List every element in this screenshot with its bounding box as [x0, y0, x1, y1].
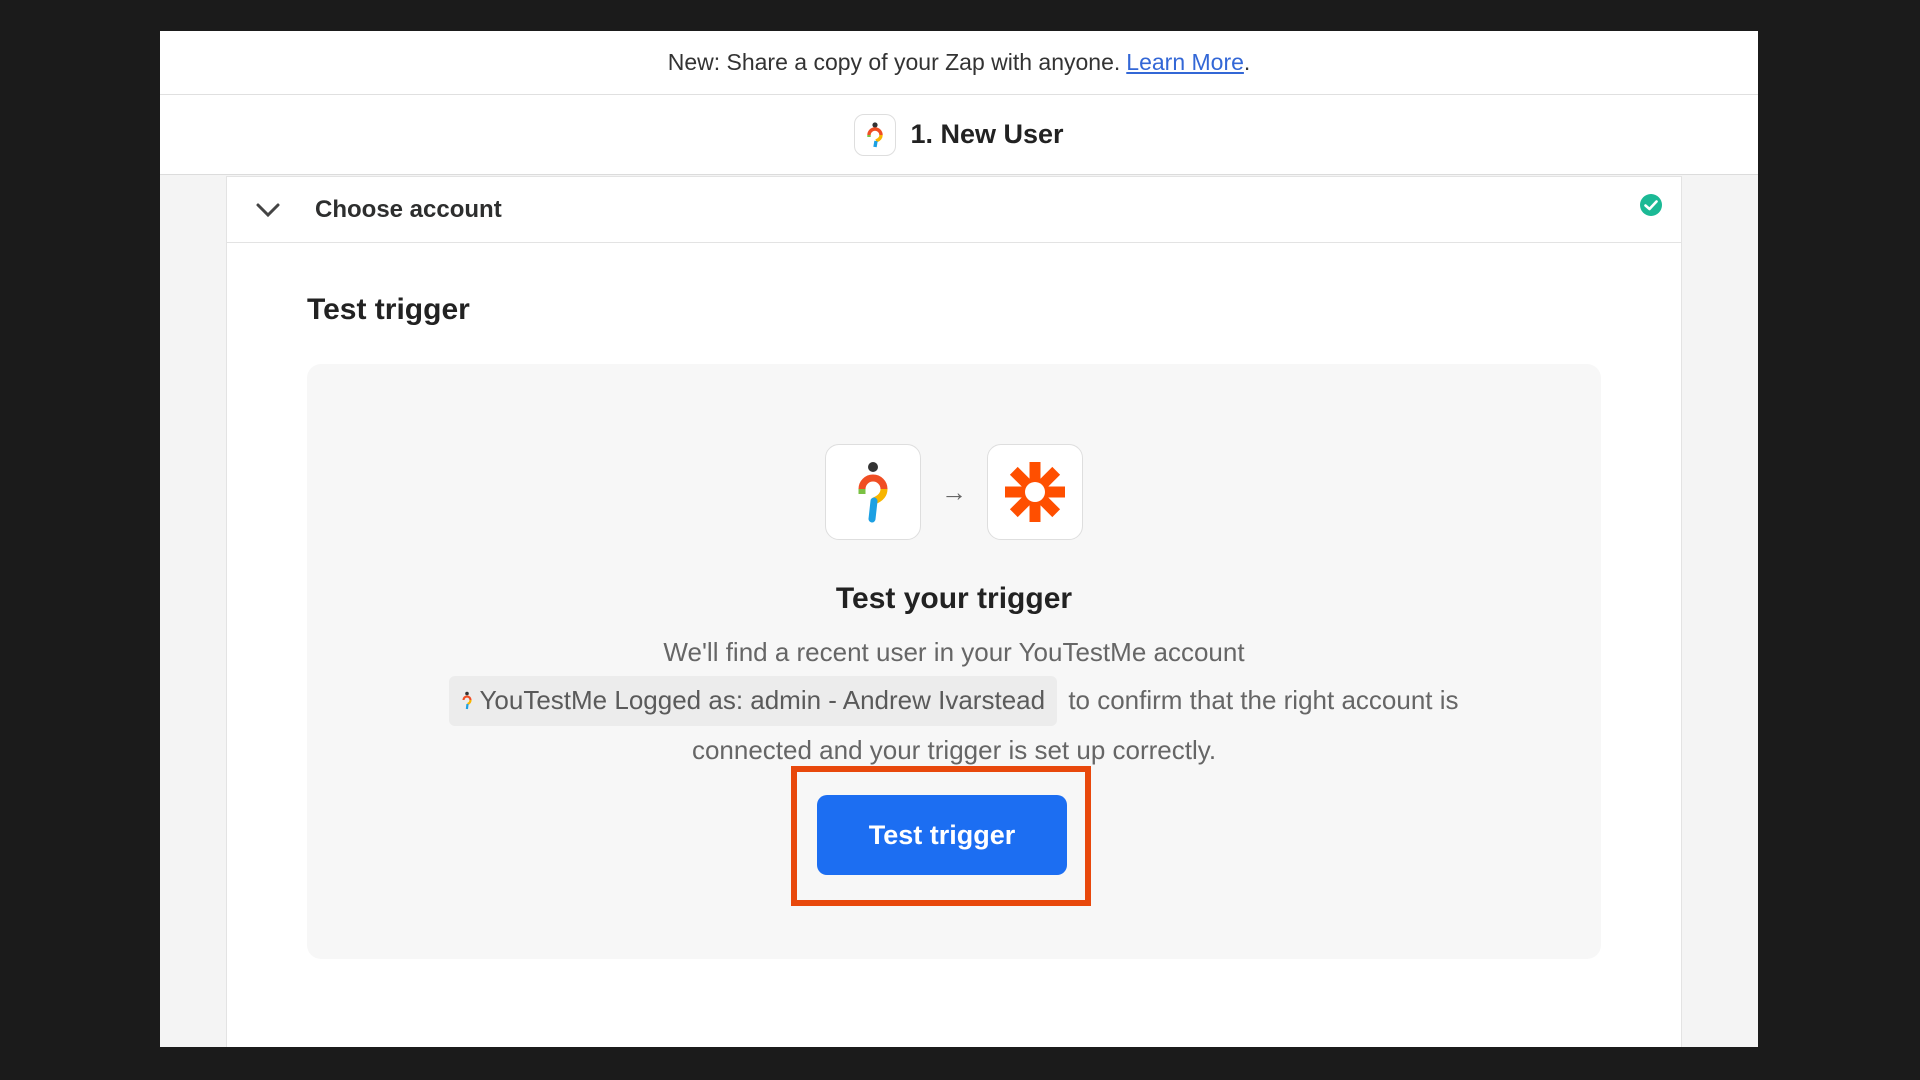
- account-chip: YouTestMe Logged as: admin - Andrew Ivar…: [449, 676, 1058, 727]
- test-description: We'll find a recent user in your YouTest…: [397, 628, 1511, 774]
- chevron-down-icon[interactable]: [251, 193, 285, 227]
- banner-suffix: .: [1243, 49, 1251, 75]
- announcement-banner: New: Share a copy of your Zap with anyon…: [160, 31, 1758, 95]
- choose-account-label: Choose account: [315, 195, 502, 223]
- test-trigger-button[interactable]: Test trigger: [817, 795, 1067, 875]
- section-title: Test trigger: [307, 293, 470, 326]
- youtestme-logo-icon: [461, 678, 473, 726]
- account-chip-label: YouTestMe Logged as: admin - Andrew Ivar…: [479, 685, 1046, 715]
- test-trigger-panel: → Test your trigger We'll find a recent …: [307, 364, 1601, 959]
- step-card: Choose account Test trigger → Test your …: [226, 176, 1682, 1047]
- learn-more-link[interactable]: Learn More: [1126, 49, 1244, 76]
- step-title: 1. New User: [910, 119, 1064, 149]
- zap-editor-window: New: Share a copy of your Zap with anyon…: [160, 31, 1758, 1047]
- banner-text: New: Share a copy of your Zap with anyon…: [667, 49, 1121, 75]
- test-your-trigger-title: Test your trigger: [835, 582, 1073, 615]
- app-connection-row: →: [307, 444, 1601, 540]
- description-line-2: YouTestMe Logged as: admin - Andrew Ivar…: [397, 676, 1511, 727]
- step-header: 1. New User: [160, 95, 1758, 175]
- youtestme-logo-icon: [854, 113, 897, 156]
- description-line-2-text: to confirm that the right account is: [1068, 685, 1459, 715]
- description-line-1: We'll find a recent user in your YouTest…: [663, 637, 1245, 667]
- choose-account-row[interactable]: Choose account: [227, 177, 1681, 243]
- youtestme-logo-icon: [825, 444, 921, 540]
- check-circle-icon: [1639, 193, 1663, 222]
- zapier-asterisk-icon: [987, 444, 1083, 540]
- arrow-right-icon: →: [941, 476, 967, 507]
